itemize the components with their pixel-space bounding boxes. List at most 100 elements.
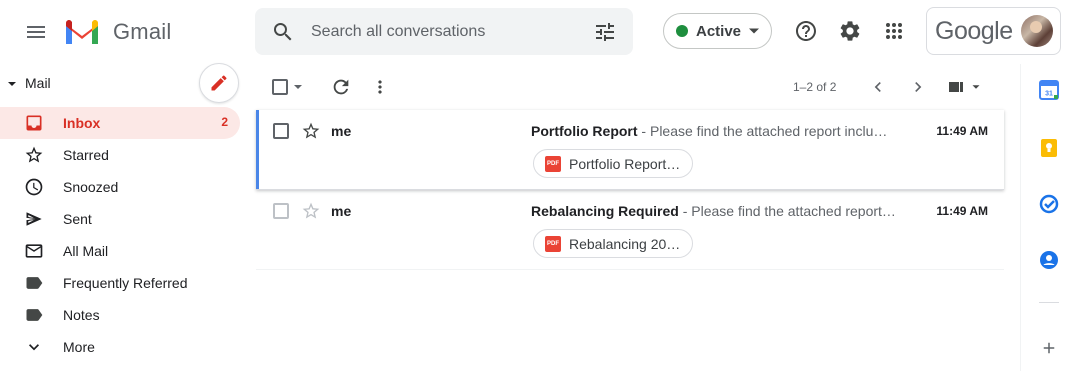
unread-count: 2 (221, 115, 228, 129)
sidebar-item-all-mail[interactable]: All Mail (0, 235, 240, 267)
message-sender: me (331, 123, 352, 139)
tasks-button[interactable] (1033, 188, 1065, 220)
row-checkbox[interactable] (273, 203, 289, 219)
sidebar-item-frequently-referred[interactable]: Frequently Referred (0, 267, 240, 299)
sidebar-item-label: More (63, 339, 95, 355)
more-actions-button[interactable] (370, 75, 390, 99)
pdf-icon: PDF (545, 235, 561, 252)
older-button[interactable] (908, 75, 928, 99)
message-snippet: - Please find the attached report inclu… (637, 123, 888, 139)
search-icon (274, 22, 292, 40)
tune-icon (596, 22, 614, 41)
sidebar-item-label: Inbox (63, 115, 101, 131)
keep-icon (1041, 139, 1057, 157)
message-subject: Portfolio Report (531, 123, 638, 139)
attachment-name: Rebalancing 20… (569, 235, 681, 252)
attachment-name: Portfolio Report… (569, 155, 681, 172)
list-toolbar: 1–2 of 2 (256, 64, 1004, 110)
sidebar: Mail Inbox 2 Starred Snoozed Sent All Ma… (0, 63, 256, 371)
status-dropdown[interactable]: Active (663, 13, 772, 49)
mail-section-title: Mail (25, 75, 51, 91)
search-input[interactable] (311, 11, 577, 52)
sidebar-item-inbox[interactable]: Inbox 2 (0, 107, 240, 139)
caret-down-icon (972, 85, 980, 89)
attachment-chip[interactable]: PDF Rebalancing 20… (533, 229, 693, 258)
message-row[interactable]: me Rebalancing Required - Please find th… (256, 190, 1004, 270)
calendar-day: 31 (1045, 91, 1053, 98)
clock-icon (25, 178, 43, 196)
star-icon (25, 146, 43, 163)
keep-button[interactable] (1033, 132, 1065, 164)
sidebar-item-snoozed[interactable]: Snoozed (0, 171, 240, 203)
star-icon[interactable] (301, 121, 321, 141)
more-vert-icon (378, 80, 382, 94)
sidebar-item-more[interactable]: More (0, 331, 240, 363)
pencil-icon (211, 75, 227, 91)
gear-icon (840, 21, 860, 41)
menu-icon (27, 26, 45, 38)
google-brand: Google (935, 16, 1013, 45)
chevron-right-icon (915, 82, 922, 92)
calendar-button[interactable]: 31 (1033, 74, 1065, 106)
sidebar-nav: Inbox 2 Starred Snoozed Sent All Mail Fr… (0, 107, 256, 363)
sidebar-item-label: Sent (63, 211, 92, 227)
attachment-chip[interactable]: PDF Portfolio Report… (533, 149, 693, 178)
newer-button[interactable] (868, 75, 888, 99)
message-preview: Rebalancing Required - Please find the a… (531, 203, 901, 219)
send-icon (26, 212, 42, 226)
main-menu-button[interactable] (20, 16, 52, 48)
sidebar-item-label: Frequently Referred (63, 275, 188, 291)
tasks-icon (1039, 194, 1059, 214)
gmail-logo[interactable]: Gmail (64, 16, 171, 48)
mail-icon (25, 244, 43, 258)
sidebar-item-sent[interactable]: Sent (0, 203, 240, 235)
refresh-button[interactable] (330, 75, 352, 99)
contacts-button[interactable] (1033, 244, 1065, 276)
search-options-button[interactable] (577, 8, 633, 55)
settings-button[interactable] (834, 15, 866, 47)
refresh-icon (333, 79, 349, 95)
help-icon (796, 21, 816, 41)
pagination-info: 1–2 of 2 (793, 80, 837, 94)
message-time: 11:49 AM (936, 124, 988, 138)
app-name: Gmail (113, 19, 172, 44)
row-checkbox[interactable] (273, 123, 289, 139)
calendar-icon: 31 (1039, 80, 1059, 100)
caret-down-icon (294, 85, 302, 89)
support-button[interactable] (790, 15, 822, 47)
select-all-checkbox[interactable] (272, 79, 288, 95)
get-addons-button[interactable] (1033, 332, 1065, 364)
pdf-icon: PDF (545, 155, 561, 172)
message-subject: Rebalancing Required (531, 203, 679, 219)
label-icon (26, 277, 43, 289)
avatar[interactable] (1020, 15, 1053, 47)
side-panel: 31 (1020, 64, 1076, 371)
google-apps-button[interactable] (878, 15, 910, 47)
search-button[interactable] (255, 8, 311, 55)
sidebar-item-notes[interactable]: Notes (0, 299, 240, 331)
status-indicator (676, 25, 688, 37)
message-list: me Portfolio Report - Please find the at… (256, 110, 1004, 270)
account-switcher[interactable]: Google (926, 7, 1061, 55)
star-icon[interactable] (301, 201, 321, 221)
gmail-m-icon (66, 20, 98, 44)
search-bar[interactable] (255, 8, 633, 55)
sidebar-item-label: Notes (63, 307, 100, 323)
message-preview: Portfolio Report - Please find the attac… (531, 123, 901, 139)
split-pane-icon (949, 82, 963, 92)
sidebar-item-starred[interactable]: Starred (0, 139, 240, 171)
chevron-down-icon (749, 28, 760, 34)
side-panel-divider (1039, 302, 1059, 303)
sidebar-item-label: Snoozed (63, 179, 119, 195)
compose-button[interactable] (199, 63, 239, 103)
chevron-down-icon (29, 344, 39, 351)
caret-down-icon (8, 82, 16, 86)
message-row[interactable]: me Portfolio Report - Please find the at… (256, 110, 1004, 190)
chevron-left-icon (874, 82, 881, 92)
select-all-dropdown[interactable] (272, 75, 306, 99)
split-pane-toggle[interactable] (948, 75, 983, 99)
sidebar-item-label: All Mail (63, 243, 109, 259)
inbox-icon (26, 115, 42, 131)
message-snippet: - Please find the attached report… (678, 203, 896, 219)
message-time: 11:49 AM (936, 204, 988, 218)
